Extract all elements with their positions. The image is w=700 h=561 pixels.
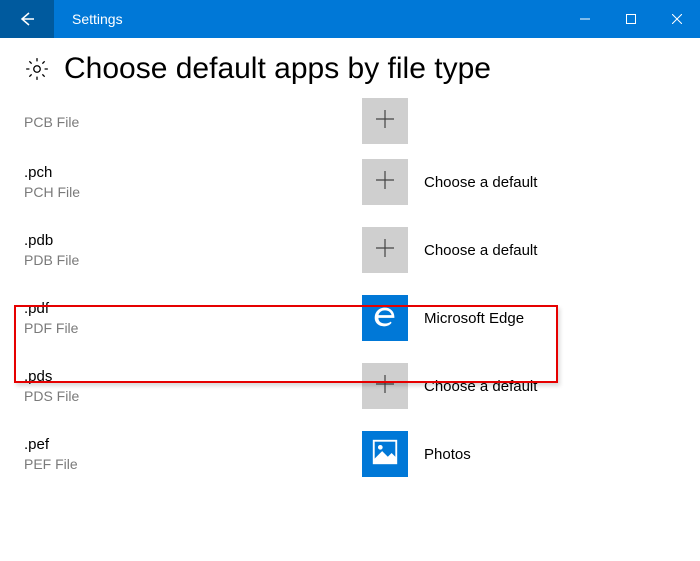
- file-extension: .pds: [24, 368, 362, 386]
- choose-default-tile[interactable]: [362, 227, 408, 273]
- app-label: Microsoft Edge: [424, 310, 524, 327]
- window-controls: [562, 0, 700, 38]
- plus-icon: [374, 169, 396, 196]
- title-bar: Settings: [0, 0, 700, 38]
- file-type-row: .pch PCH File Choose a default: [24, 148, 676, 216]
- file-type-description: PDF File: [24, 320, 362, 337]
- file-type-description: PDS File: [24, 388, 362, 405]
- maximize-button[interactable]: [608, 0, 654, 38]
- file-type-row: .pdf PDF File Microsoft Edge: [24, 284, 676, 352]
- window-title: Settings: [54, 0, 562, 38]
- app-label: Choose a default: [424, 242, 537, 259]
- app-label: Choose a default: [424, 174, 537, 191]
- page-title: Choose default apps by file type: [64, 52, 491, 86]
- default-app-selector[interactable]: Photos: [362, 431, 471, 477]
- default-app-selector[interactable]: Choose a default: [362, 363, 537, 409]
- maximize-icon: [626, 14, 636, 24]
- file-extension: .pch: [24, 164, 362, 182]
- plus-icon: [374, 237, 396, 264]
- back-arrow-icon: [17, 9, 37, 29]
- file-type-info: .pch PCH File: [24, 164, 362, 201]
- page-heading: Choose default apps by file type: [24, 52, 676, 86]
- app-tile[interactable]: [362, 431, 408, 477]
- file-type-list: PCB File.pchPCH FileChoose a default.pdb…: [24, 98, 676, 488]
- default-app-selector[interactable]: Choose a default: [362, 159, 537, 205]
- choose-default-tile[interactable]: [362, 363, 408, 409]
- app-label: Photos: [424, 446, 471, 463]
- file-type-description: PCB File: [24, 114, 362, 131]
- file-type-info: .pdf PDF File: [24, 300, 362, 337]
- file-type-row: .pdb PDB File Choose a default: [24, 216, 676, 284]
- file-type-description: PCH File: [24, 184, 362, 201]
- photos-icon: [370, 437, 400, 472]
- app-label: Choose a default: [424, 378, 537, 395]
- app-tile[interactable]: [362, 295, 408, 341]
- default-app-selector[interactable]: Microsoft Edge: [362, 295, 524, 341]
- plus-icon: [374, 108, 396, 135]
- file-type-description: PEF File: [24, 456, 362, 473]
- minimize-icon: [580, 14, 590, 24]
- file-extension: .pef: [24, 436, 362, 454]
- back-button[interactable]: [0, 0, 54, 38]
- file-type-info: .pds PDS File: [24, 368, 362, 405]
- file-type-row: .pef PEF File Photos: [24, 420, 676, 488]
- default-app-selector[interactable]: Choose a default: [362, 227, 537, 273]
- plus-icon: [374, 373, 396, 400]
- file-type-info: .pdb PDB File: [24, 232, 362, 269]
- edge-icon: [370, 301, 400, 336]
- file-type-row: .pds PDS File Choose a default: [24, 352, 676, 420]
- file-type-info: PCB File: [24, 112, 362, 131]
- gear-icon: [24, 56, 50, 82]
- default-app-selector[interactable]: [362, 98, 408, 144]
- close-button[interactable]: [654, 0, 700, 38]
- choose-default-tile[interactable]: [362, 159, 408, 205]
- content-area: Choose default apps by file type PCB Fil…: [0, 38, 700, 488]
- file-extension: .pdb: [24, 232, 362, 250]
- close-icon: [672, 14, 682, 24]
- file-extension: .pdf: [24, 300, 362, 318]
- choose-default-tile[interactable]: [362, 98, 408, 144]
- file-type-row: PCB File: [24, 98, 676, 148]
- file-type-description: PDB File: [24, 252, 362, 269]
- minimize-button[interactable]: [562, 0, 608, 38]
- file-type-info: .pef PEF File: [24, 436, 362, 473]
